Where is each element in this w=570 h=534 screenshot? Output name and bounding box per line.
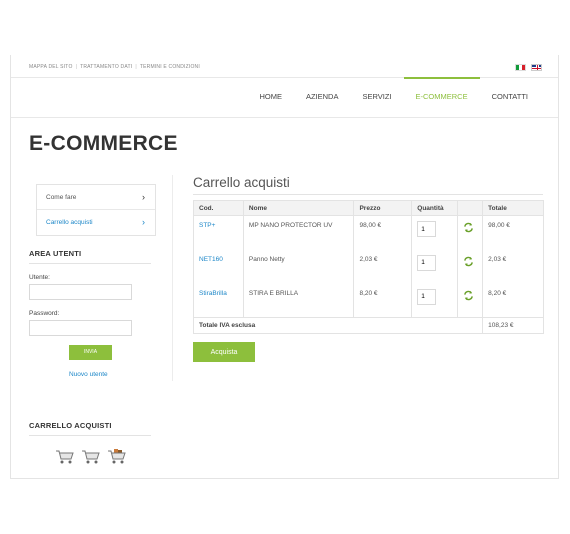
product-code-link[interactable]: NET160 xyxy=(193,249,244,284)
table-row: StiraBrilla STIRA E BRILLA 8,20 € 8,20 € xyxy=(193,283,544,318)
nav-item-contatti[interactable]: CONTATTI xyxy=(480,77,540,117)
cart-side-heading: CARRELLO ACQUISTI xyxy=(29,421,112,430)
refresh-icon[interactable] xyxy=(463,290,474,301)
refresh-icon[interactable] xyxy=(463,222,474,233)
column-divider xyxy=(172,175,173,381)
row-total: 2,03 € xyxy=(482,249,544,284)
cart-heading-divider xyxy=(193,194,543,195)
top-bar: MAPPA DEL SITO | TRATTAMENTO DATI | TERMINI … xyxy=(11,55,558,77)
sidebar-item-label: Carrello acquisti xyxy=(46,219,93,226)
total-value: 108,23 € xyxy=(482,317,544,334)
product-name: MP NANO PROTECTOR UV xyxy=(242,215,355,250)
empty-cart-icon[interactable] xyxy=(81,448,101,464)
total-label: Totale IVA esclusa xyxy=(192,317,484,334)
main-nav: HOME AZIENDA SERVIZI E-COMMERCE CONTATTI xyxy=(247,77,540,117)
refresh-icon[interactable] xyxy=(463,256,474,267)
table-row: NET160 Panno Netty 2,03 € 2,03 € xyxy=(193,249,544,284)
product-price: 98,00 € xyxy=(353,215,413,250)
italian-flag-icon[interactable] xyxy=(515,64,526,71)
product-price: 2,03 € xyxy=(353,249,413,284)
language-flags xyxy=(515,64,542,71)
nav-item-ecommerce[interactable]: E-COMMERCE xyxy=(403,77,480,117)
top-link-privacy[interactable]: TRATTAMENTO DATI xyxy=(80,64,132,70)
product-code-link[interactable]: STP+ xyxy=(193,215,244,250)
user-label: Utente: xyxy=(29,274,50,281)
col-header-price: Prezzo xyxy=(353,200,413,216)
page-title: E-COMMERCE xyxy=(29,132,178,155)
top-link-separator: | xyxy=(75,64,78,70)
product-code-link[interactable]: StiraBrilla xyxy=(193,283,244,318)
cart-heading: Carrello acquisti xyxy=(193,175,290,190)
nav-item-azienda[interactable]: AZIENDA xyxy=(294,77,351,117)
quantity-input[interactable] xyxy=(417,221,437,237)
table-header-row: Cod. Nome Prezzo Quantità Totale xyxy=(193,200,544,216)
cart-side-divider xyxy=(29,435,151,436)
total-row: Totale IVA esclusa 108,23 € xyxy=(192,317,544,334)
sidebar-item-label: Come fare xyxy=(46,194,77,201)
top-link-sitemap[interactable]: MAPPA DEL SITO xyxy=(29,64,73,70)
nav-divider xyxy=(11,117,558,118)
new-user-link[interactable]: Nuovo utente xyxy=(69,371,108,378)
product-name: STIRA E BRILLA xyxy=(242,283,355,318)
update-cell xyxy=(457,249,484,284)
empty-cart-icon[interactable] xyxy=(55,448,75,464)
update-cell xyxy=(457,215,484,250)
nav-item-home[interactable]: HOME xyxy=(247,77,294,117)
qty-cell xyxy=(411,283,459,318)
quantity-input[interactable] xyxy=(417,288,437,305)
row-total: 98,00 € xyxy=(482,215,544,250)
chevron-right-icon: › xyxy=(142,192,145,202)
area-utenti-divider xyxy=(29,263,151,264)
user-input[interactable] xyxy=(29,284,132,300)
col-header-total: Totale xyxy=(482,200,544,216)
product-name: Panno Netty xyxy=(242,249,355,284)
cart-icons xyxy=(55,448,127,464)
quantity-input[interactable] xyxy=(417,254,437,271)
password-input[interactable] xyxy=(29,320,132,336)
col-header-qty: Quantità xyxy=(411,200,459,216)
sidebar-item-carrello[interactable]: Carrello acquisti › xyxy=(37,210,155,235)
col-header-update xyxy=(457,200,484,216)
top-links: MAPPA DEL SITO | TRATTAMENTO DATI | TERMINI … xyxy=(29,64,200,70)
sidebar-menu: Come fare › Carrello acquisti › xyxy=(36,184,156,236)
submit-login-button[interactable]: INVIA xyxy=(69,345,112,360)
password-label: Password: xyxy=(29,310,60,317)
qty-cell xyxy=(411,249,459,284)
product-price: 8,20 € xyxy=(353,283,413,318)
buy-button[interactable]: Acquista xyxy=(193,342,255,362)
cart-table: Cod. Nome Prezzo Quantità Totale STP+ MP… xyxy=(192,200,544,334)
update-cell xyxy=(457,283,484,318)
top-link-terms[interactable]: TERMINI E CONDIZIONI xyxy=(140,64,200,70)
full-cart-icon[interactable] xyxy=(107,448,127,464)
qty-cell xyxy=(411,215,459,250)
nav-item-servizi[interactable]: SERVIZI xyxy=(350,77,403,117)
col-header-code: Cod. xyxy=(193,200,244,216)
area-utenti-heading: AREA UTENTI xyxy=(29,249,82,258)
page-container: MAPPA DEL SITO | TRATTAMENTO DATI | TERMINI … xyxy=(10,55,559,479)
english-flag-icon[interactable] xyxy=(531,64,542,71)
top-link-separator: | xyxy=(135,64,137,70)
table-row: STP+ MP NANO PROTECTOR UV 98,00 € 98,00 … xyxy=(193,215,544,250)
sidebar-item-come-fare[interactable]: Come fare › xyxy=(37,185,155,210)
row-total: 8,20 € xyxy=(482,283,544,318)
col-header-name: Nome xyxy=(242,200,355,216)
chevron-right-icon: › xyxy=(142,217,145,227)
